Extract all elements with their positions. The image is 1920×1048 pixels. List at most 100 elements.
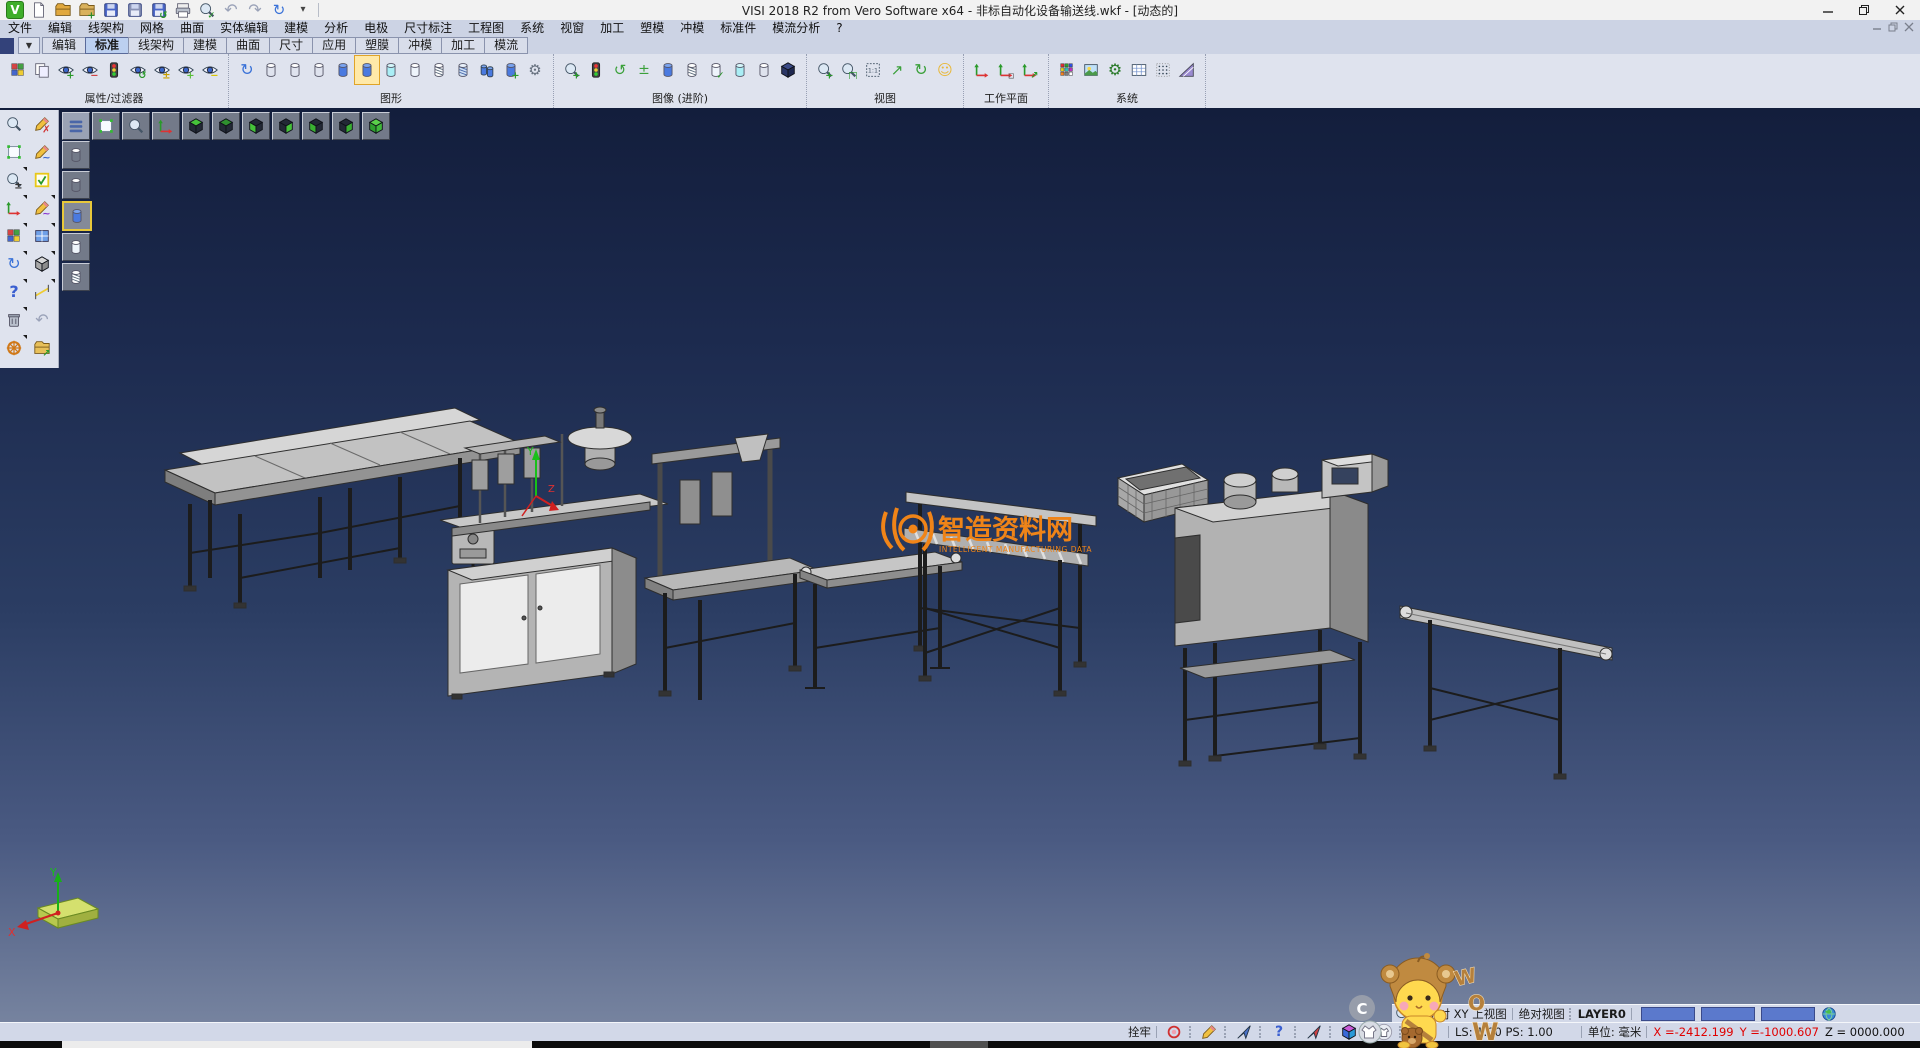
- recent-actions-icon[interactable]: ↻: [268, 1, 290, 19]
- insert-file-icon[interactable]: +: [76, 1, 98, 19]
- layer-manager-icon[interactable]: [1175, 56, 1199, 84]
- tab-1[interactable]: 标准: [85, 37, 129, 54]
- dashed-line-view-icon[interactable]: [307, 56, 331, 84]
- layer-color-swatch-2[interactable]: [1701, 1007, 1755, 1021]
- selection-filter-icon[interactable]: [102, 56, 126, 84]
- examine-zoom-icon[interactable]: [0, 110, 28, 138]
- regenerate-icon[interactable]: ↻: [0, 250, 28, 278]
- zoom-window-icon[interactable]: □: [837, 56, 861, 84]
- restore-button[interactable]: [1846, 0, 1882, 20]
- menu-item-12[interactable]: 视窗: [552, 20, 592, 36]
- menu-item-13[interactable]: 加工: [592, 20, 632, 36]
- minimize-button[interactable]: [1810, 0, 1846, 20]
- layer-color-swatch-3[interactable]: [1761, 1007, 1815, 1021]
- solid-prism-icon[interactable]: [776, 56, 800, 84]
- undo-action-icon[interactable]: ↶: [28, 306, 56, 334]
- cpl-entity-icon[interactable]: ▫: [994, 56, 1018, 84]
- machine-capping-station[interactable]: [645, 434, 818, 700]
- view-front-cube-icon[interactable]: [302, 112, 330, 140]
- globe-icon[interactable]: [1818, 1006, 1840, 1022]
- print-preview-icon[interactable]: ✓: [196, 1, 218, 19]
- invert-visibility-icon[interactable]: ±: [150, 56, 174, 84]
- cpl-world-icon[interactable]: [970, 56, 994, 84]
- doc-minimize-icon[interactable]: [1872, 21, 1882, 35]
- hidden-line-view-icon[interactable]: [283, 56, 307, 84]
- tab-10[interactable]: 模流: [484, 37, 528, 54]
- menu-item-7[interactable]: 分析: [316, 20, 356, 36]
- zoom-window-select-icon[interactable]: [0, 138, 28, 166]
- shaded-view-icon[interactable]: [331, 56, 355, 84]
- menu-item-0[interactable]: 文件: [0, 20, 40, 36]
- machine-outfeed-conveyor[interactable]: [1400, 606, 1612, 779]
- status-help-icon[interactable]: ?: [1268, 1024, 1290, 1040]
- advanced-refresh-icon[interactable]: ↺: [608, 56, 632, 84]
- tab-5[interactable]: 尺寸: [269, 37, 313, 54]
- save-icon[interactable]: [100, 1, 122, 19]
- dynamic-zoom-icon[interactable]: [122, 112, 150, 140]
- probe-icon[interactable]: [1233, 1024, 1255, 1040]
- rotate-view-icon[interactable]: ↻: [909, 56, 933, 84]
- redo-icon[interactable]: ↷: [244, 1, 266, 19]
- advanced-filter-icon[interactable]: [584, 56, 608, 84]
- menu-item-3[interactable]: 网格: [132, 20, 172, 36]
- export-folder-icon[interactable]: ↗: [28, 334, 56, 362]
- copy-attributes-icon[interactable]: [30, 56, 54, 84]
- send-view-icon[interactable]: [1303, 1024, 1325, 1040]
- menu-item-16[interactable]: 标准件: [712, 20, 764, 36]
- menu-item-10[interactable]: 工程图: [460, 20, 512, 36]
- color-palette-icon[interactable]: [1055, 56, 1079, 84]
- refresh-visibility-icon[interactable]: ↺: [126, 56, 150, 84]
- ghost-view-icon[interactable]: [403, 56, 427, 84]
- view-bottom-cube-icon[interactable]: [212, 112, 240, 140]
- menu-item-4[interactable]: 曲面: [172, 20, 212, 36]
- wire-render-icon[interactable]: [752, 56, 776, 84]
- view-back-cube-icon[interactable]: [332, 112, 360, 140]
- menu-item-14[interactable]: 塑模: [632, 20, 672, 36]
- tab-9[interactable]: 加工: [441, 37, 485, 54]
- machine-belt-conveyor[interactable]: [800, 552, 962, 688]
- tab-3[interactable]: 建模: [183, 37, 227, 54]
- menu-item-11[interactable]: 系统: [512, 20, 552, 36]
- measure-distance-icon[interactable]: [28, 278, 56, 306]
- fit-view-icon[interactable]: [92, 112, 120, 140]
- viewport-canvas[interactable]: Y Z Y X 智: [0, 108, 1920, 1022]
- zoom-options-icon[interactable]: ±: [0, 166, 28, 194]
- layer-label[interactable]: LAYER0: [1578, 1007, 1626, 1021]
- menu-item-15[interactable]: 冲模: [672, 20, 712, 36]
- view-mode-label[interactable]: 绝对视图: [1519, 1006, 1565, 1022]
- view-iso-cube-icon[interactable]: [362, 112, 390, 140]
- delete-entity-icon[interactable]: [0, 306, 28, 334]
- tab-2[interactable]: 线架构: [128, 37, 184, 54]
- context-help-icon[interactable]: ?: [0, 278, 28, 306]
- ucs-orient-icon[interactable]: [0, 194, 28, 222]
- menu-item-1[interactable]: 编辑: [40, 20, 80, 36]
- taskbar-button-segment[interactable]: [930, 1040, 988, 1048]
- zoom-extents-icon[interactable]: +: [813, 56, 837, 84]
- zoom-actual-icon[interactable]: 1:1: [861, 56, 885, 84]
- wireframe-mode-icon[interactable]: [62, 141, 90, 169]
- shaded-edges-view-icon[interactable]: [355, 56, 379, 84]
- ghost-mode-icon[interactable]: [62, 233, 90, 261]
- translucent-render-icon[interactable]: [728, 56, 752, 84]
- erase-sketch-icon[interactable]: ✗: [28, 110, 56, 138]
- tab-0[interactable]: 编辑: [42, 37, 86, 54]
- tab-overflow-button[interactable]: ▼: [18, 37, 40, 54]
- screen-capture-icon[interactable]: [1079, 56, 1103, 84]
- window-view-icon[interactable]: [28, 222, 56, 250]
- view-top-cube-icon[interactable]: [182, 112, 210, 140]
- hide-all-icon[interactable]: −: [198, 56, 222, 84]
- menu-item-5[interactable]: 实体编辑: [212, 20, 276, 36]
- view-left-cube-icon[interactable]: [242, 112, 270, 140]
- undo-icon[interactable]: ↶: [220, 1, 242, 19]
- solid-preview-icon[interactable]: [28, 250, 56, 278]
- regen-graphics-icon[interactable]: ↻: [235, 56, 259, 84]
- menu-item-8[interactable]: 电极: [356, 20, 396, 36]
- close-button[interactable]: [1882, 0, 1918, 20]
- wireframe-view-icon[interactable]: [259, 56, 283, 84]
- tab-4[interactable]: 曲面: [226, 37, 270, 54]
- save-as-icon[interactable]: [124, 1, 146, 19]
- viewport[interactable]: Y Z Y X 智: [0, 108, 1920, 1022]
- annotate-icon[interactable]: [1198, 1024, 1220, 1040]
- menu-item-9[interactable]: 尺寸标注: [396, 20, 460, 36]
- tab-6[interactable]: 应用: [312, 37, 356, 54]
